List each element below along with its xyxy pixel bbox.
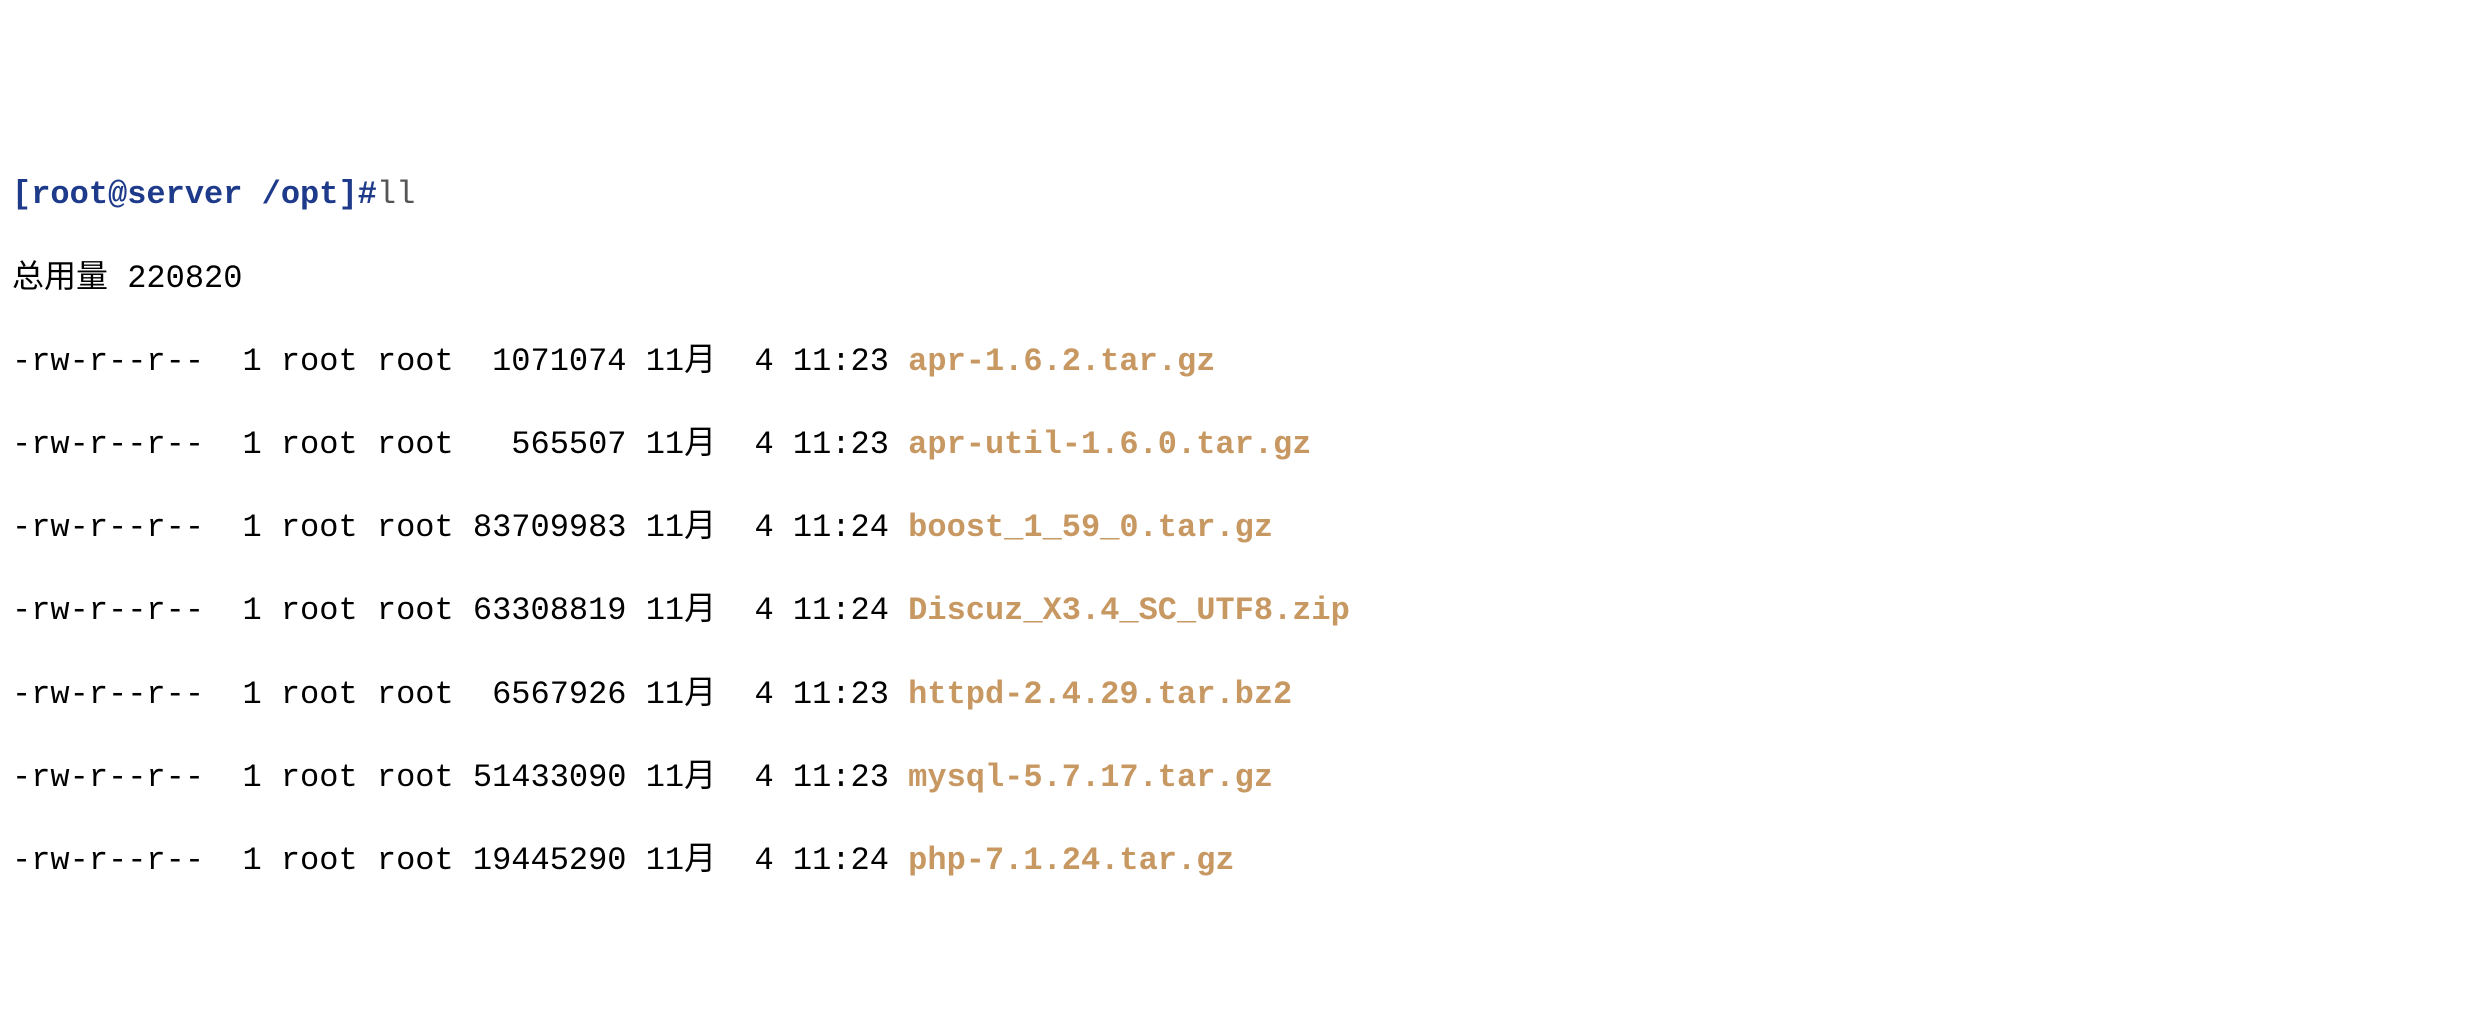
command: ll	[377, 176, 415, 213]
file-name: mysql-5.7.17.tar.gz	[908, 759, 1273, 796]
prompt-line: [root@server /opt]#ll	[12, 174, 2475, 216]
list-item: -rw-r--r-- 1 root root 6567926 11月 4 11:…	[12, 674, 2475, 716]
file-details: -rw-r--r-- 1 root root 83709983 11月 4 11…	[12, 509, 908, 546]
list-item: -rw-r--r-- 1 root root 51433090 11月 4 11…	[12, 757, 2475, 799]
file-name: Discuz_X3.4_SC_UTF8.zip	[908, 592, 1350, 629]
prompt-user-host: [root@server	[12, 176, 242, 213]
file-name: apr-1.6.2.tar.gz	[908, 343, 1215, 380]
list-item: -rw-r--r-- 1 root root 565507 11月 4 11:2…	[12, 424, 2475, 466]
total-line: 总用量 220820	[12, 258, 2475, 300]
file-name: apr-util-1.6.0.tar.gz	[908, 426, 1311, 463]
file-details: -rw-r--r-- 1 root root 19445290 11月 4 11…	[12, 842, 908, 879]
file-details: -rw-r--r-- 1 root root 6567926 11月 4 11:…	[12, 676, 908, 713]
list-item: -rw-r--r-- 1 root root 83709983 11月 4 11…	[12, 507, 2475, 549]
file-details: -rw-r--r-- 1 root root 565507 11月 4 11:2…	[12, 426, 908, 463]
list-item: -rw-r--r-- 1 root root 1071074 11月 4 11:…	[12, 341, 2475, 383]
list-item: -rw-r--r-- 1 root root 19445290 11月 4 11…	[12, 840, 2475, 882]
list-item: -rw-r--r-- 1 root root 63308819 11月 4 11…	[12, 590, 2475, 632]
file-name: php-7.1.24.tar.gz	[908, 842, 1234, 879]
file-details: -rw-r--r-- 1 root root 63308819 11月 4 11…	[12, 592, 908, 629]
prompt-path: /opt]	[242, 176, 357, 213]
prompt-hash: #	[358, 176, 377, 213]
file-name: httpd-2.4.29.tar.bz2	[908, 676, 1292, 713]
file-name: boost_1_59_0.tar.gz	[908, 509, 1273, 546]
file-details: -rw-r--r-- 1 root root 1071074 11月 4 11:…	[12, 343, 908, 380]
file-details: -rw-r--r-- 1 root root 51433090 11月 4 11…	[12, 759, 908, 796]
